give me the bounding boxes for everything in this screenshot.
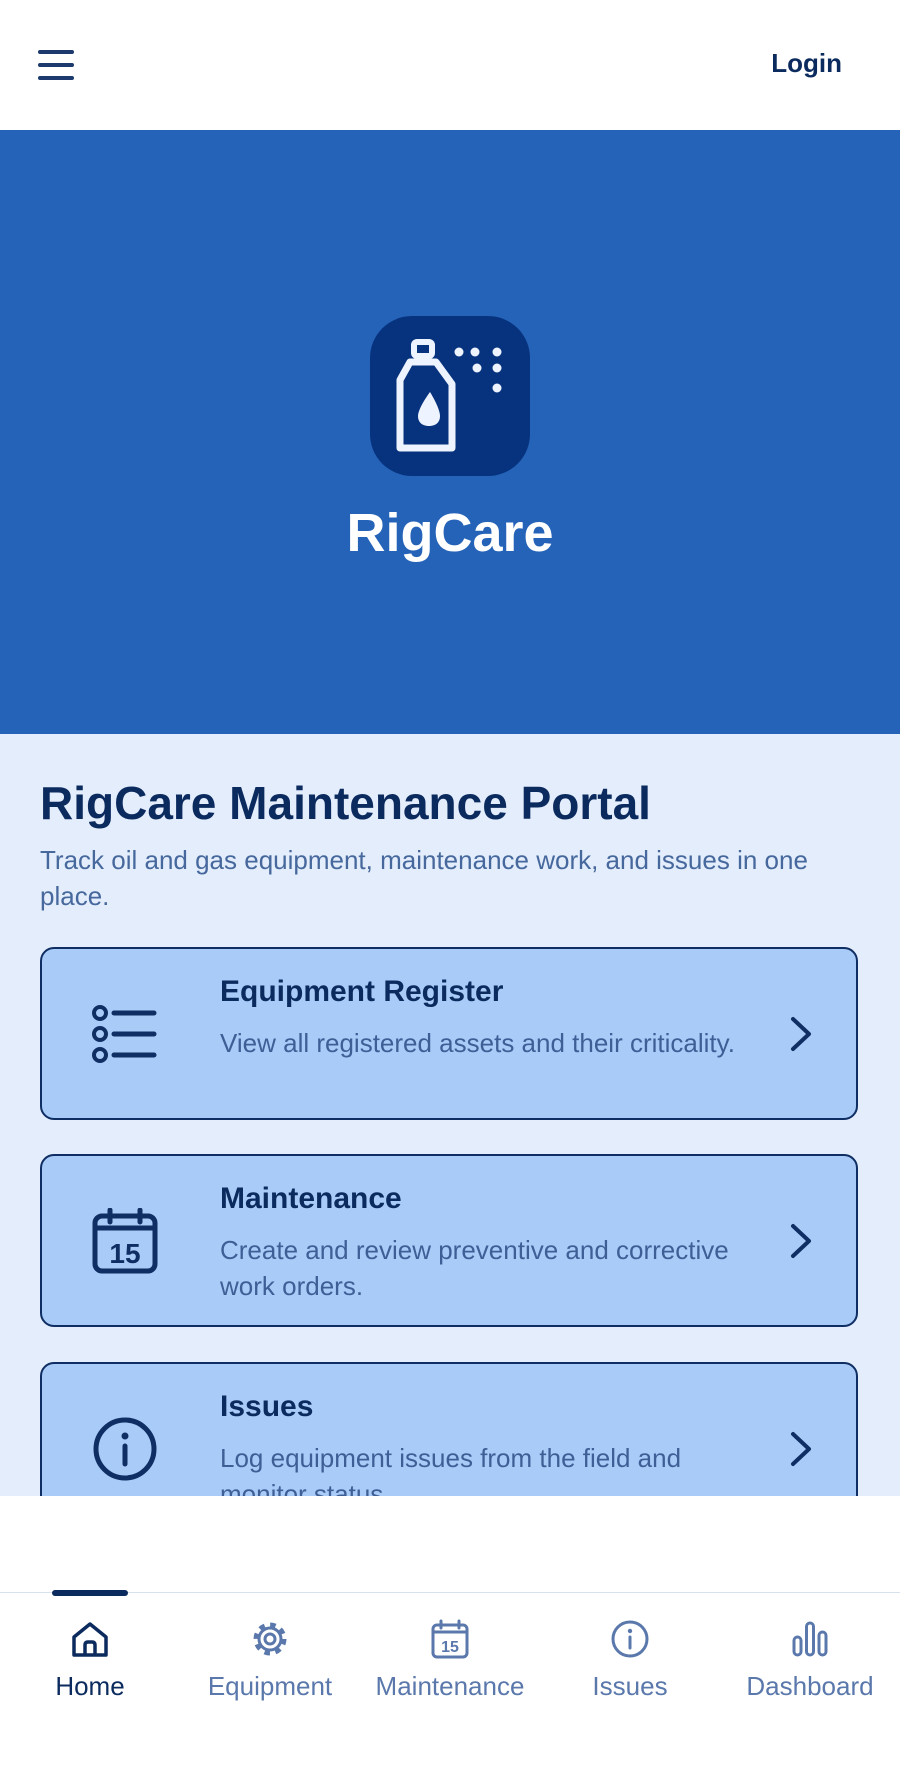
- calendar-icon: 15: [92, 1207, 158, 1273]
- card-description: View all registered assets and their cri…: [220, 1028, 735, 1058]
- bar-chart-icon: [792, 1621, 828, 1657]
- login-button[interactable]: Login: [771, 48, 842, 79]
- main-content: RigCare Maintenance Portal Track oil and…: [0, 734, 900, 1496]
- card-description: Create and review preventive and correct…: [220, 1235, 729, 1301]
- home-icon: [72, 1622, 108, 1657]
- calendar-icon: 15: [431, 1619, 469, 1659]
- nav-item-dashboard[interactable]: Dashboard: [720, 1593, 900, 1713]
- spray-bottle-icon: [396, 339, 502, 452]
- nav-item-equipment[interactable]: Equipment: [180, 1593, 360, 1713]
- info-icon: [611, 1620, 649, 1658]
- card-issues[interactable]: Issues Log equipment issues from the fie…: [40, 1362, 858, 1496]
- page-subtitle: Track oil and gas equipment, maintenance…: [40, 845, 808, 911]
- app-logo: [370, 316, 530, 476]
- card-maintenance[interactable]: 15 Maintenance Create and review prevent…: [40, 1154, 858, 1327]
- card-equipment-register[interactable]: Equipment Register View all registered a…: [40, 947, 858, 1120]
- chevron-right-icon: [791, 1431, 811, 1466]
- bottom-nav: Home Equipment 15 Maintenance Issues Das…: [0, 1590, 900, 1771]
- nav-item-issues[interactable]: Issues: [540, 1593, 720, 1713]
- nav-label: Issues: [592, 1671, 668, 1701]
- chevron-right-icon: [791, 1016, 811, 1051]
- nav-label: Maintenance: [375, 1671, 525, 1701]
- svg-text:15: 15: [441, 1639, 459, 1656]
- nav-label: Equipment: [207, 1671, 333, 1701]
- gear-icon: [253, 1622, 287, 1656]
- nav-item-maintenance[interactable]: 15 Maintenance: [360, 1593, 540, 1713]
- list-icon: [92, 1004, 157, 1063]
- nav-item-home[interactable]: Home: [0, 1593, 180, 1713]
- nav-label: Dashboard: [746, 1671, 874, 1701]
- card-title: Issues: [220, 1390, 314, 1423]
- top-header: Login: [0, 0, 900, 130]
- page-title: RigCare Maintenance Portal: [40, 777, 651, 829]
- chevron-right-icon: [791, 1223, 811, 1258]
- app-name: RigCare: [346, 503, 554, 563]
- card-title: Maintenance: [220, 1182, 402, 1215]
- card-title: Equipment Register: [220, 975, 504, 1008]
- hamburger-menu-icon[interactable]: [38, 50, 74, 80]
- nav-label: Home: [55, 1671, 125, 1701]
- card-description: Log equipment issues from the field and …: [220, 1443, 682, 1496]
- info-icon: [93, 1417, 157, 1480]
- svg-text:15: 15: [109, 1238, 140, 1269]
- hero-banner: RigCare: [0, 130, 900, 734]
